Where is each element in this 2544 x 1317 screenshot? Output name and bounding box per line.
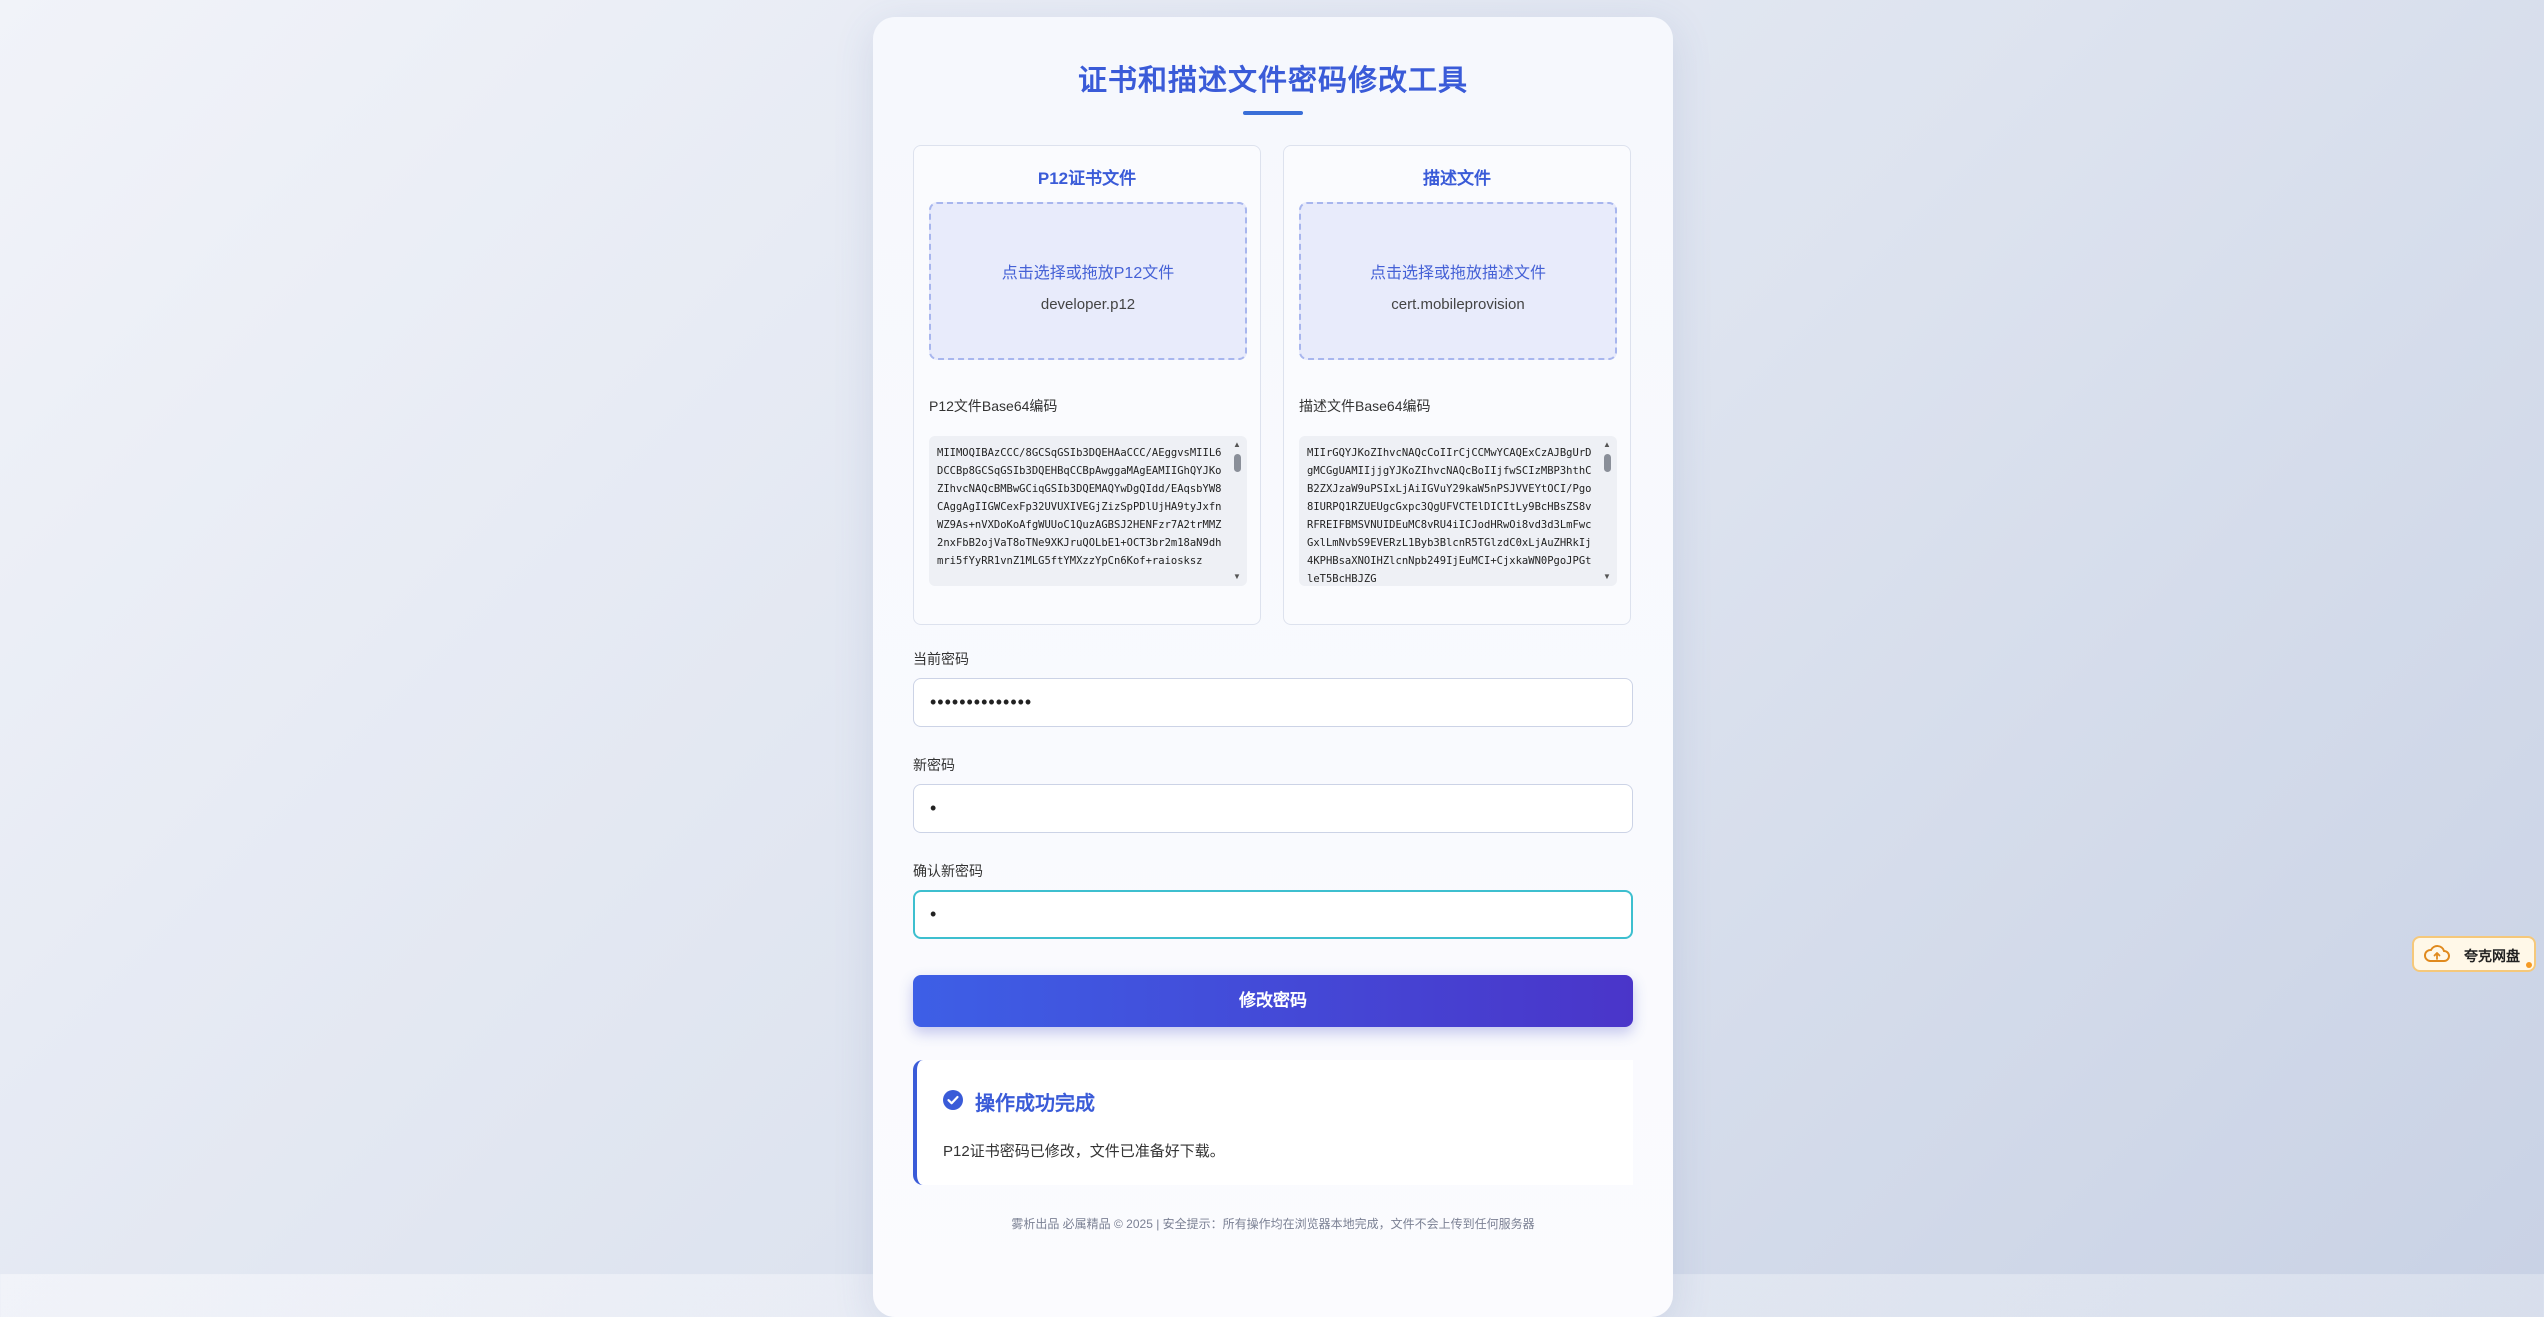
- main-card: 证书和描述文件密码修改工具 P12证书文件 点击选择或拖放P12文件 devel…: [873, 17, 1673, 1317]
- p12-file-name: developer.p12: [1040, 296, 1136, 313]
- p12-base64-textarea[interactable]: MIIMOQIBAzCCC/8GCSqGSIb3DQEHAaCCC/AEggvs…: [929, 436, 1247, 586]
- confirm-password-label: 确认新密码: [913, 863, 983, 879]
- current-password-label: 当前密码: [913, 651, 969, 667]
- quark-drive-widget[interactable]: 夸克网盘: [2412, 936, 2536, 972]
- current-password-input[interactable]: ••••••••••••••: [913, 678, 1633, 727]
- cloud-upload-icon: [2422, 944, 2452, 969]
- scroll-up-icon[interactable]: ▲: [1601, 440, 1613, 450]
- confirm-password-input[interactable]: •: [913, 890, 1633, 939]
- profile-panel: 描述文件 点击选择或拖放描述文件 cert.mobileprovision 描述…: [1283, 145, 1631, 625]
- footer-text: 雾析出品 必属精品 © 2025 | 安全提示：所有操作均在浏览器本地完成，文件…: [1011, 1217, 1535, 1231]
- result-message: P12证书密码已修改，文件已准备好下载。: [943, 1143, 1225, 1160]
- profile-base64-scrollbar[interactable]: ▲ ▼: [1601, 440, 1613, 582]
- profile-base64-text: MIIrGQYJKoZIhvcNAQcCoIIrCjCCMwYCAQExCzAJ…: [1307, 447, 1592, 585]
- result-title: 操作成功完成: [975, 1093, 1095, 1115]
- p12-base64-label: P12文件Base64编码: [929, 398, 1058, 414]
- quark-drive-label: 夸克网盘: [2464, 948, 2520, 964]
- new-password-input[interactable]: •: [913, 784, 1633, 833]
- profile-base64-label: 描述文件Base64编码: [1299, 398, 1431, 414]
- profile-dropzone[interactable]: 点击选择或拖放描述文件 cert.mobileprovision: [1299, 202, 1617, 360]
- title-underline: [1243, 111, 1303, 115]
- new-password-label: 新密码: [913, 757, 955, 773]
- profile-dropzone-prompt: 点击选择或拖放描述文件: [1369, 265, 1546, 282]
- profile-file-name: cert.mobileprovision: [1391, 296, 1525, 313]
- p12-panel-title: P12证书文件: [1037, 169, 1137, 188]
- p12-panel: P12证书文件 点击选择或拖放P12文件 developer.p12 P12文件…: [913, 145, 1261, 625]
- scroll-thumb[interactable]: [1234, 454, 1241, 472]
- scroll-thumb[interactable]: [1604, 454, 1611, 472]
- change-password-button[interactable]: 修改密码: [913, 975, 1633, 1027]
- scroll-up-icon[interactable]: ▲: [1231, 440, 1243, 450]
- check-circle-icon: [943, 1090, 963, 1110]
- p12-dropzone[interactable]: 点击选择或拖放P12文件 developer.p12: [929, 202, 1247, 360]
- result-panel: 操作成功完成 P12证书密码已修改，文件已准备好下载。: [913, 1060, 1633, 1185]
- p12-base64-scrollbar[interactable]: ▲ ▼: [1231, 440, 1243, 582]
- page-title: 证书和描述文件密码修改工具: [1077, 65, 1468, 97]
- p12-base64-text: MIIMOQIBAzCCC/8GCSqGSIb3DQEHAaCCC/AEggvs…: [937, 447, 1222, 567]
- profile-base64-textarea[interactable]: MIIrGQYJKoZIhvcNAQcCoIIrCjCCMwYCAQExCzAJ…: [1299, 436, 1617, 586]
- scroll-down-icon[interactable]: ▼: [1231, 572, 1243, 582]
- p12-dropzone-prompt: 点击选择或拖放P12文件: [1001, 265, 1175, 282]
- notification-dot: [2526, 962, 2532, 968]
- profile-panel-title: 描述文件: [1423, 169, 1491, 188]
- scroll-down-icon[interactable]: ▼: [1601, 572, 1613, 582]
